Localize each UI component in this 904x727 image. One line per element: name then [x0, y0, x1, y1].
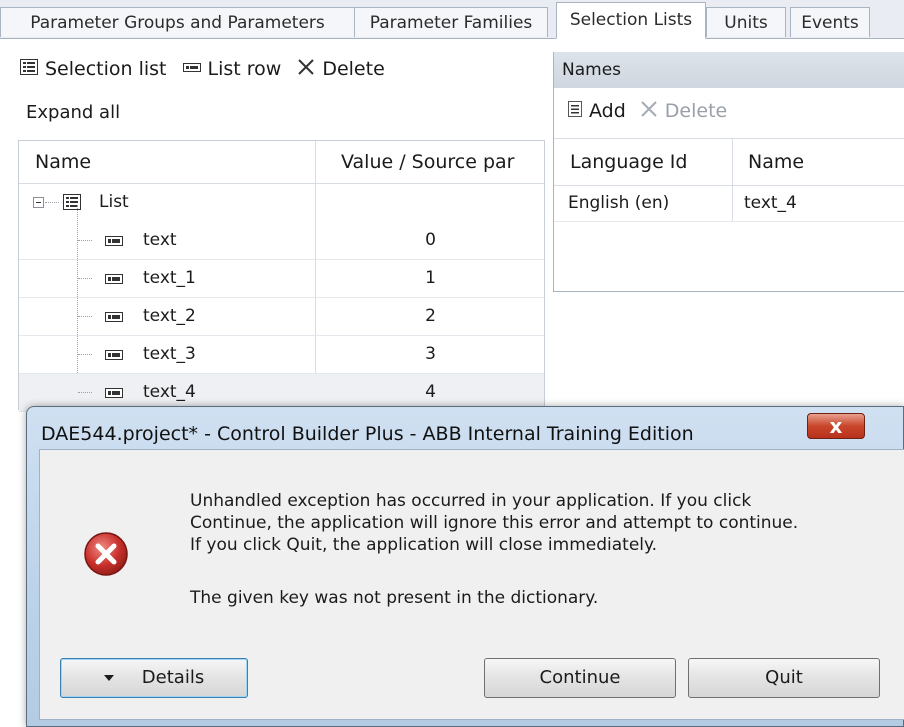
names-grid-header: Language Id Name — [554, 138, 904, 186]
tab-selection-lists[interactable]: Selection Lists — [556, 2, 706, 39]
add-name-button[interactable]: Add — [568, 100, 626, 122]
tree-row[interactable]: text_1 1 — [19, 260, 544, 298]
error-detail-text: The given key was not present in the dic… — [190, 588, 599, 608]
error-message-line: Unhandled exception has occurred in your… — [190, 491, 752, 511]
tab-units[interactable]: Units — [706, 7, 786, 37]
tree-connector — [45, 202, 59, 203]
tree-connector — [78, 316, 92, 317]
tree-row-label: text — [143, 230, 177, 250]
list-row-icon — [182, 58, 201, 80]
add-list-row-button[interactable]: List row — [182, 58, 282, 80]
error-icon — [82, 530, 130, 582]
tree-row[interactable]: text_3 3 — [19, 336, 544, 374]
column-header-language-id[interactable]: Language Id — [570, 139, 687, 185]
list-icon — [20, 58, 38, 80]
x-icon — [640, 100, 658, 123]
add-selection-list-button[interactable]: Selection list — [20, 58, 167, 80]
tab-parameter-groups[interactable]: Parameter Groups and Parameters — [0, 7, 355, 37]
selection-list-label: Selection list — [45, 58, 167, 80]
names-toolbar: Add Delete — [568, 96, 741, 126]
list-row-icon — [105, 309, 123, 328]
column-header-name[interactable]: Name — [748, 139, 804, 185]
quit-button[interactable]: Quit — [688, 658, 880, 698]
error-message-line: If you click Quit, the application will … — [190, 535, 658, 555]
expand-all-button[interactable]: Expand all — [26, 102, 120, 123]
delete-label: Delete — [322, 58, 385, 80]
names-grid-row[interactable]: English (en) text_4 — [554, 185, 904, 222]
error-dialog: DAE544.project* - Control Builder Plus -… — [26, 406, 904, 727]
names-panel-title: Names — [554, 52, 904, 88]
collapse-toggle-icon[interactable] — [33, 197, 44, 208]
list-row-icon — [105, 233, 123, 252]
tree-connector — [78, 354, 92, 355]
x-icon — [297, 58, 315, 81]
tree-connector — [78, 392, 92, 393]
column-header-value[interactable]: Value / Source par — [341, 141, 514, 183]
details-button[interactable]: Details — [60, 658, 248, 698]
tree-connector — [78, 278, 92, 279]
tree-row-label: List — [99, 192, 129, 212]
tab-parameter-families[interactable]: Parameter Families — [354, 7, 548, 37]
list-row-label: List row — [207, 58, 282, 80]
tree-connector — [78, 240, 92, 241]
chevron-down-icon — [103, 675, 114, 681]
error-message: Unhandled exception has occurred in your… — [190, 490, 798, 556]
tab-events[interactable]: Events — [790, 7, 870, 37]
tab-strip: Parameter Groups and Parameters Paramete… — [0, 0, 904, 39]
delete-label: Delete — [664, 100, 728, 122]
tree-row[interactable]: text 0 — [19, 222, 544, 260]
tree-row-value: 0 — [425, 230, 436, 250]
grid-header: Name Value / Source par — [19, 141, 544, 184]
list-row-icon — [105, 385, 123, 404]
delete-button[interactable]: Delete — [297, 58, 385, 81]
dialog-title: DAE544.project* - Control Builder Plus -… — [41, 423, 694, 445]
continue-button[interactable]: Continue — [484, 658, 676, 698]
add-label: Add — [589, 100, 626, 122]
name-cell: text_4 — [744, 193, 797, 213]
close-button[interactable]: x — [807, 413, 865, 439]
tree-row-value: 2 — [425, 306, 436, 326]
tree-row-value: 1 — [425, 268, 436, 288]
selection-list-toolbar: Selection list List row Delete — [20, 54, 401, 84]
tree-row-label: text_3 — [143, 344, 196, 364]
list-icon — [63, 194, 81, 214]
tree-row-root[interactable]: List — [19, 184, 544, 221]
list-row-icon — [105, 271, 123, 290]
tree-row-label: text_1 — [143, 268, 196, 288]
tree-row-label: text_2 — [143, 306, 196, 326]
column-header-name[interactable]: Name — [35, 141, 91, 183]
selection-list-grid: Name Value / Source par List text 0 text… — [18, 140, 545, 412]
details-label: Details — [141, 667, 205, 688]
list-row-icon — [105, 347, 123, 366]
names-panel: Names Add Delete Language Id Name Englis… — [553, 52, 904, 292]
close-icon: x — [829, 414, 843, 438]
tree-row[interactable]: text_2 2 — [19, 298, 544, 336]
error-message-line: Continue, the application will ignore th… — [190, 513, 799, 533]
dialog-body: Unhandled exception has occurred in your… — [39, 449, 904, 720]
tree-row-value: 3 — [425, 344, 436, 364]
delete-name-button[interactable]: Delete — [640, 100, 727, 123]
add-icon — [568, 100, 582, 122]
language-id-cell: English (en) — [568, 193, 670, 213]
names-grid: Language Id Name English (en) text_4 — [554, 138, 904, 288]
